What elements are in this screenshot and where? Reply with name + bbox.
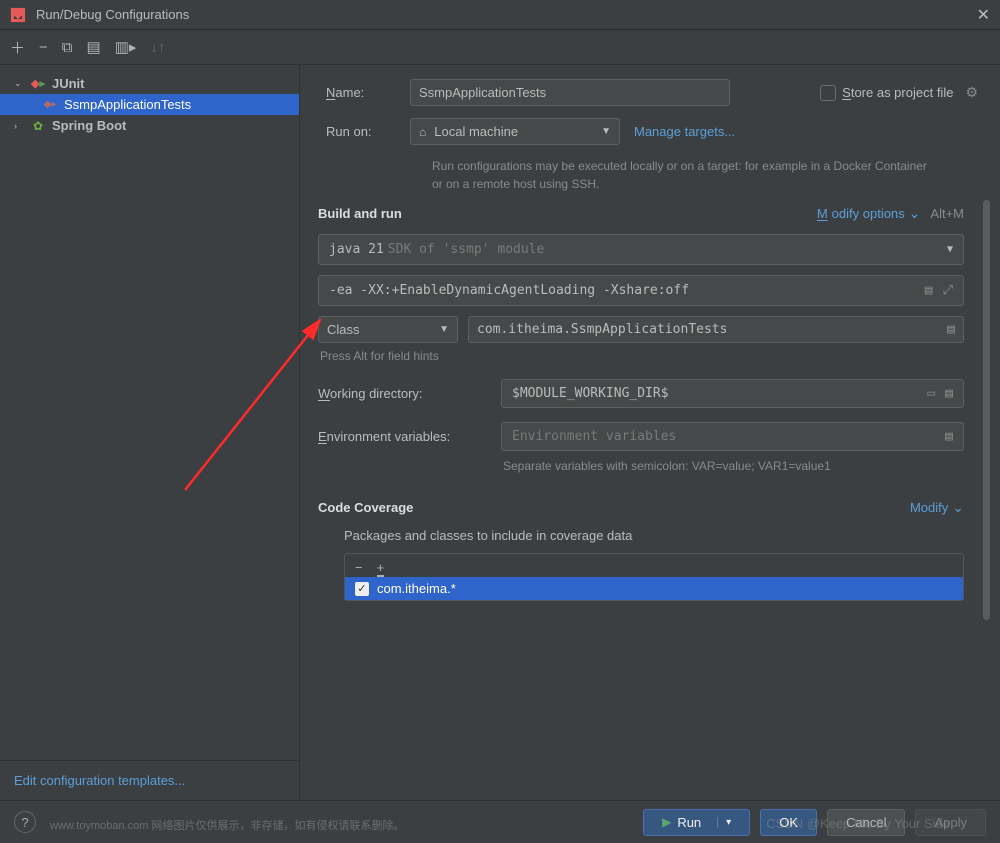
test-kind-combo[interactable]: Class ▼ [318, 316, 458, 343]
remove-icon[interactable]: − [355, 560, 363, 575]
watermark-csdn: CSDN @Keep Me By Your Side [766, 816, 950, 831]
chevron-down-icon: ▼ [601, 126, 611, 137]
window-title: Run/Debug Configurations [36, 7, 977, 22]
chevron-down-icon[interactable]: ⌄ [14, 78, 24, 89]
insert-icon[interactable]: ▤ [925, 283, 933, 298]
runon-value: Local machine [434, 124, 518, 139]
vm-options-field[interactable]: -ea -XX:+EnableDynamicAgentLoading -Xsha… [318, 275, 964, 306]
expand-icon[interactable]: ⤢ [943, 283, 953, 298]
edit-templates-link[interactable]: Edit configuration templates... [0, 760, 299, 800]
insert-icon[interactable]: ▤ [945, 429, 953, 444]
workdir-label: Working directory: [318, 386, 483, 401]
field-hint: Press Alt for field hints [320, 349, 964, 363]
jdk-hint: SDK of 'ssmp' module [388, 242, 545, 257]
watermark: www.toymoban.com 网络图片仅供展示，非存储，如有侵权请联系删除。 [50, 817, 404, 833]
build-run-title: Build and run Modify options Alt+M [318, 205, 964, 222]
pkg-section-label: Packages and classes to include in cover… [344, 528, 964, 543]
test-kind-value: Class [327, 322, 360, 337]
insert-icon[interactable]: ▤ [947, 322, 955, 337]
tree-label: JUnit [52, 76, 85, 91]
titlebar: Run/Debug Configurations ✕ [0, 0, 1000, 30]
sidebar: ⌄ ◆▸ JUnit ◆▸ SsmpApplicationTests › ✿ S… [0, 65, 300, 800]
name-field[interactable] [410, 79, 730, 106]
folder-icon[interactable]: ▥▸ [115, 38, 137, 56]
home-icon: ⌂ [419, 125, 426, 139]
runon-hint: Run configurations may be executed local… [432, 157, 932, 193]
add-icon[interactable]: ＋ [10, 37, 25, 58]
build-run-panel: Build and run Modify options Alt+M java … [318, 205, 986, 843]
modify-coverage-link[interactable]: Modify [910, 499, 964, 516]
tree-node-junit[interactable]: ⌄ ◆▸ JUnit [0, 73, 299, 94]
app-icon [10, 7, 26, 23]
name-label: Name: [326, 85, 396, 100]
help-icon[interactable]: ? [14, 811, 36, 833]
save-icon[interactable]: ▤ [87, 38, 101, 56]
run-button[interactable]: ▶Run [643, 809, 750, 836]
tree-label: SsmpApplicationTests [64, 97, 191, 112]
modify-options-link[interactable]: Modify options [817, 205, 921, 222]
package-checkbox[interactable]: ✓ [355, 582, 369, 596]
env-field[interactable]: Environment variables ▤ [501, 422, 964, 451]
chevron-right-icon[interactable]: › [14, 121, 24, 131]
test-class-value: com.itheima.SsmpApplicationTests [477, 322, 727, 337]
gear-icon[interactable]: ⚙ [965, 84, 978, 101]
store-label: Store as project file [842, 85, 953, 100]
spring-icon: ✿ [30, 119, 46, 133]
jdk-combo[interactable]: java 21 SDK of 'ssmp' module ▼ [318, 234, 964, 265]
manage-targets-link[interactable]: Manage targets... [634, 124, 735, 139]
copy-icon[interactable]: ⧉ [62, 39, 73, 56]
env-label: Environment variables: [318, 429, 483, 444]
test-class-field[interactable]: com.itheima.SsmpApplicationTests ▤ [468, 316, 964, 343]
tree-node-ssmp-tests[interactable]: ◆▸ SsmpApplicationTests [0, 94, 299, 115]
toolbar: ＋ − ⧉ ▤ ▥▸ ↓↑ [0, 30, 1000, 65]
test-config-icon: ◆▸ [42, 99, 58, 110]
workdir-value: $MODULE_WORKING_DIR$ [512, 386, 669, 401]
store-checkbox[interactable] [820, 85, 836, 101]
config-tree: ⌄ ◆▸ JUnit ◆▸ SsmpApplicationTests › ✿ S… [0, 65, 299, 760]
package-name: com.itheima.* [377, 581, 456, 596]
coverage-packages-box: − + ✓ com.itheima.* [344, 553, 964, 601]
coverage-title: Code Coverage Modify [318, 499, 964, 516]
store-as-project[interactable]: Store as project file ⚙ [820, 84, 978, 101]
remove-icon[interactable]: − [39, 39, 48, 56]
scrollbar[interactable] [983, 200, 990, 780]
tree-label: Spring Boot [52, 118, 126, 133]
env-placeholder: Environment variables [512, 429, 676, 444]
jdk-value: java 21 [329, 242, 384, 257]
sort-icon: ↓↑ [150, 39, 165, 56]
runon-label: Run on: [326, 124, 396, 139]
close-icon[interactable]: ✕ [977, 5, 990, 25]
folder-icon[interactable]: ▭ [927, 386, 935, 401]
junit-icon: ◆▸ [30, 77, 46, 90]
modify-shortcut: Alt+M [930, 206, 964, 221]
vm-options-value: -ea -XX:+EnableDynamicAgentLoading -Xsha… [329, 283, 689, 298]
chevron-down-icon: ▼ [947, 244, 953, 255]
scrollbar-thumb[interactable] [983, 200, 990, 620]
env-hint: Separate variables with semicolon: VAR=v… [503, 459, 964, 473]
workdir-field[interactable]: $MODULE_WORKING_DIR$ ▭ ▤ [501, 379, 964, 408]
runon-combo[interactable]: ⌂ Local machine ▼ [410, 118, 620, 145]
chevron-down-icon: ▼ [439, 324, 449, 335]
insert-icon[interactable]: ▤ [945, 386, 953, 401]
play-icon: ▶ [662, 815, 671, 829]
add-icon[interactable]: + [377, 560, 385, 575]
coverage-package-item[interactable]: ✓ com.itheima.* [345, 577, 963, 600]
tree-node-spring-boot[interactable]: › ✿ Spring Boot [0, 115, 299, 136]
